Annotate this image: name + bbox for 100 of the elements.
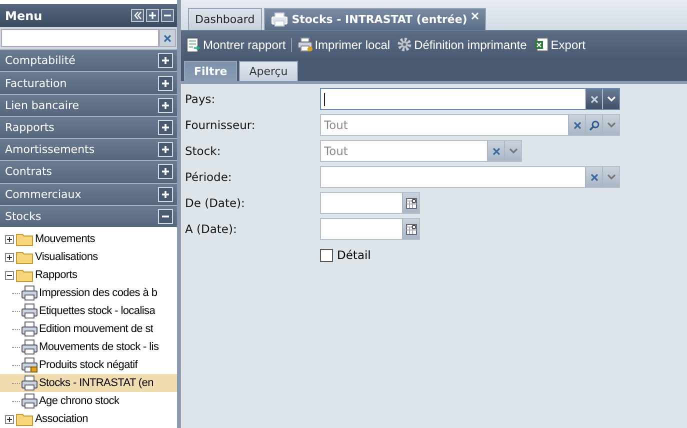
combo-box[interactable]: Tout	[320, 114, 620, 136]
search-icon	[588, 120, 600, 130]
tree-item[interactable]: Mouvements de stock - lis	[0, 338, 177, 356]
folder-icon	[16, 412, 33, 426]
section-label: Stocks	[5, 210, 42, 223]
tab[interactable]: Dashboard	[188, 8, 262, 30]
calendar-button[interactable]	[402, 193, 419, 213]
section-label: Commerciaux	[5, 188, 82, 201]
placeholder-text: Tout	[324, 118, 348, 132]
field-label: Stock:	[185, 144, 222, 158]
expand-button[interactable]	[158, 142, 173, 158]
menu-section[interactable]: Stocks	[0, 204, 177, 228]
expand-button[interactable]	[158, 164, 173, 180]
field-label: Fournisseur:	[185, 118, 256, 132]
section-label: Contrats	[5, 165, 52, 178]
expand-button[interactable]	[158, 186, 173, 202]
collapse-button[interactable]	[131, 9, 144, 22]
expand-icon[interactable]	[5, 252, 14, 262]
plus-icon	[161, 78, 170, 88]
printer-icon	[21, 339, 38, 356]
printer-icon	[21, 393, 38, 410]
toolbar-button[interactable]: Montrer rapport	[184, 36, 288, 52]
detail-checkbox[interactable]: Détail	[320, 248, 371, 262]
clear-button[interactable]	[568, 115, 585, 135]
plus-icon	[161, 100, 170, 110]
search-button[interactable]	[585, 115, 602, 135]
double-chevron-icon	[133, 11, 142, 20]
menu-section[interactable]: Lien bancaire	[0, 94, 177, 116]
menu-section[interactable]: Commerciaux	[0, 182, 177, 205]
plus-icon	[161, 190, 170, 199]
chevron-down-icon	[606, 122, 616, 128]
folder-icon	[16, 268, 33, 282]
calendar-button[interactable]	[402, 219, 419, 239]
expand-button[interactable]	[158, 98, 173, 113]
tree-folder[interactable]: Visualisations	[35, 251, 98, 264]
expand-all-button[interactable]	[146, 9, 159, 22]
folder-icon	[16, 232, 33, 246]
dropdown-button[interactable]	[602, 89, 619, 109]
close-icon[interactable]	[471, 12, 480, 20]
collapse-button[interactable]	[158, 208, 173, 224]
menu-section[interactable]: Facturation	[0, 71, 177, 94]
section-label: Rapports	[5, 120, 54, 134]
printer-icon	[21, 285, 38, 302]
tree-item[interactable]: Produits stock négatif	[0, 356, 177, 374]
close-icon	[590, 94, 598, 104]
tree-folder[interactable]: Mouvements	[35, 233, 95, 246]
tree-item[interactable]: Stocks - INTRASTAT (en	[0, 374, 177, 392]
text-cursor	[324, 92, 325, 106]
printer-icon	[21, 375, 38, 392]
tree-item[interactable]: Impression des codes à b	[0, 284, 177, 302]
section-label: Facturation	[5, 76, 67, 90]
combo-box[interactable]: Tout	[320, 140, 522, 162]
clear-button[interactable]	[159, 29, 176, 48]
search-field[interactable]	[1, 29, 159, 48]
tab[interactable]: Aperçu	[239, 61, 298, 81]
section-label: Amortissements	[5, 143, 95, 156]
field-label: A (Date):	[185, 222, 238, 236]
expand-icon[interactable]	[5, 234, 14, 244]
section-label: Comptabilité	[5, 54, 76, 68]
toolbar-button[interactable]: Export	[532, 37, 588, 52]
combo-box[interactable]	[320, 88, 620, 110]
date-field[interactable]	[320, 218, 420, 240]
close-icon	[572, 120, 582, 130]
plus-icon	[161, 145, 170, 154]
clear-button[interactable]	[585, 167, 602, 187]
menu-section[interactable]: Comptabilité	[0, 49, 177, 72]
tree-folder[interactable]: Rapports	[35, 269, 78, 282]
placeholder-text: Tout	[324, 144, 348, 158]
expand-button[interactable]	[158, 76, 173, 90]
date-field[interactable]	[320, 192, 420, 214]
plus-icon	[161, 122, 170, 132]
section-label: Lien bancaire	[5, 98, 80, 112]
printer-icon	[21, 357, 38, 374]
tree-folder[interactable]: Association	[35, 413, 88, 426]
checkbox[interactable]	[320, 248, 333, 262]
collapse-all-button[interactable]	[161, 9, 174, 22]
expand-button[interactable]	[158, 53, 173, 68]
clear-button[interactable]	[487, 141, 504, 161]
tree-item[interactable]: Age chrono stock	[0, 392, 177, 410]
spreadsheet-icon	[534, 37, 549, 52]
printer-icon	[21, 303, 38, 320]
tab[interactable]: Stocks - INTRASTAT (entrée)	[264, 8, 486, 30]
expand-button[interactable]	[158, 120, 173, 135]
clear-button[interactable]	[585, 89, 602, 109]
collapse-icon[interactable]	[5, 270, 14, 280]
plus-icon	[161, 56, 170, 66]
tree-item[interactable]: Edition mouvement de st	[0, 320, 177, 338]
menu-section[interactable]: Rapports	[0, 116, 177, 138]
tree-item[interactable]: Etiquettes stock - localisa	[0, 302, 177, 320]
toolbar-button[interactable]: Imprimer local	[294, 37, 392, 52]
expand-icon[interactable]	[5, 414, 14, 424]
report-icon	[186, 36, 201, 52]
toolbar-button[interactable]: Définition imprimante	[395, 37, 529, 52]
calendar-icon	[406, 224, 416, 234]
folder-icon	[16, 250, 33, 264]
menu-title: Menu	[5, 8, 42, 23]
chevron-down-icon	[508, 148, 518, 154]
menu-section[interactable]: Contrats	[0, 160, 177, 183]
plus-icon	[161, 167, 170, 176]
menu-section[interactable]: Amortissements	[0, 138, 177, 160]
